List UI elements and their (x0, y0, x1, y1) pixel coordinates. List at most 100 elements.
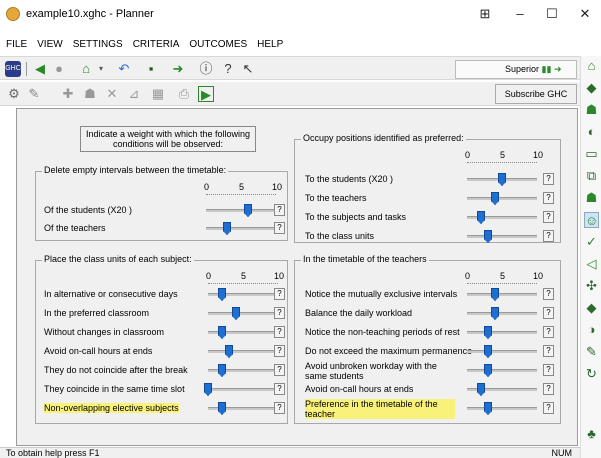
close-button[interactable]: ✕ (570, 4, 600, 24)
slider-thumb[interactable] (477, 383, 485, 396)
pen-icon[interactable]: ✎ (584, 344, 599, 360)
slider-thumb[interactable] (484, 345, 492, 358)
slider-track[interactable] (467, 369, 537, 372)
forward-icon[interactable]: ● (51, 61, 67, 77)
slider-track[interactable] (467, 293, 537, 296)
play-icon[interactable]: ▶ (198, 86, 214, 102)
help-button[interactable]: ? (543, 230, 554, 242)
profile-icon[interactable]: ◐ (584, 124, 599, 140)
help-button[interactable]: ? (274, 307, 285, 319)
menu-help[interactable]: HELP (257, 36, 283, 54)
help-button[interactable]: ? (274, 326, 285, 338)
help-button[interactable]: ? (274, 222, 285, 234)
arrow-expand-icon[interactable]: ➜ (554, 64, 562, 74)
settings-house-icon[interactable]: ⚙ (6, 86, 22, 102)
slider-thumb[interactable] (491, 192, 499, 205)
slider-thumb[interactable] (218, 326, 226, 339)
slider-thumb[interactable] (232, 307, 240, 320)
slider-thumb[interactable] (484, 364, 492, 377)
rotate-icon[interactable]: ↻ (584, 366, 599, 382)
slider-thumb[interactable] (484, 402, 492, 415)
copy-icon[interactable]: ⧉ (584, 168, 599, 184)
help-button[interactable]: ? (274, 345, 285, 357)
paint-icon[interactable]: ✎ (26, 86, 42, 102)
save-icon[interactable]: ▪ (143, 61, 159, 77)
menu-file[interactable]: FILE (6, 36, 27, 54)
slider-track[interactable] (208, 312, 278, 315)
help-button[interactable]: ? (274, 288, 285, 300)
slider-track[interactable] (467, 331, 537, 334)
info-icon[interactable]: ⓘ (198, 61, 214, 77)
tag-icon[interactable]: ◆ (584, 300, 599, 316)
slider-thumb[interactable] (484, 326, 492, 339)
slider-thumb[interactable] (218, 288, 226, 301)
ruler-icon[interactable]: ⊿ (126, 86, 142, 102)
slider-track[interactable] (208, 388, 278, 391)
slider-track[interactable] (467, 312, 537, 315)
help-button[interactable]: ? (543, 345, 554, 357)
slider-thumb[interactable] (244, 204, 252, 217)
help-button[interactable]: ? (274, 204, 285, 216)
help-button[interactable]: ? (274, 383, 285, 395)
slider-track[interactable] (206, 227, 276, 230)
help-button[interactable]: ? (543, 326, 554, 338)
slider-thumb[interactable] (218, 364, 226, 377)
slider-track[interactable] (467, 235, 537, 238)
arrow-right-icon[interactable]: ➜ (170, 61, 186, 77)
home-icon[interactable]: ⌂ (584, 58, 599, 74)
slider-thumb[interactable] (218, 402, 226, 415)
slider-thumb[interactable] (225, 345, 233, 358)
slider-thumb[interactable] (204, 383, 212, 396)
help-button[interactable]: ? (543, 288, 554, 300)
slider-thumb[interactable] (491, 288, 499, 301)
move-icon[interactable]: ✣ (584, 278, 599, 294)
help-button[interactable]: ? (543, 383, 554, 395)
help-button[interactable]: ? (543, 402, 554, 414)
undo-icon[interactable]: ↶ (116, 61, 132, 77)
help-icon[interactable]: ? (220, 61, 236, 77)
board-icon[interactable]: ▭ (584, 146, 599, 162)
people-icon[interactable]: ☗ (584, 102, 599, 118)
help-button[interactable]: ? (543, 173, 554, 185)
slider-track[interactable] (467, 407, 537, 410)
slider-thumb[interactable] (477, 211, 485, 224)
help-button[interactable]: ? (274, 402, 285, 414)
group-icon[interactable]: ✚ (60, 86, 76, 102)
maximize-button[interactable]: ☐ (537, 4, 567, 24)
people-icon[interactable]: ☗ (82, 86, 98, 102)
print-icon[interactable]: ⎙ (176, 86, 192, 102)
context-help-icon[interactable]: ↖ (240, 61, 256, 77)
minimize-button[interactable]: – (505, 4, 535, 24)
help-button[interactable]: ? (543, 192, 554, 204)
menu-settings[interactable]: SETTINGS (73, 36, 123, 54)
person-icon[interactable]: ◑ (584, 322, 599, 338)
ghc-icon[interactable]: GHC (5, 61, 21, 77)
subscribe-ghc-button[interactable]: Subscribe GHC (495, 84, 577, 104)
help-button[interactable]: ? (543, 307, 554, 319)
slider-thumb[interactable] (498, 173, 506, 186)
slider-track[interactable] (208, 350, 278, 353)
help-button[interactable]: ? (543, 364, 554, 376)
tree-icon[interactable]: ♣ (584, 426, 599, 442)
menu-criteria[interactable]: CRITERIA (133, 36, 180, 54)
check-icon[interactable]: ✓ (584, 234, 599, 250)
slider-track[interactable] (467, 197, 537, 200)
triangle-left-icon[interactable]: ◁ (584, 256, 599, 272)
cross-icon[interactable]: ✕ (104, 86, 120, 102)
slider-track[interactable] (206, 209, 276, 212)
stack-icon[interactable]: ◆ (584, 80, 599, 96)
chart-icon[interactable]: ▦ (150, 86, 166, 102)
back-icon[interactable]: ◀ (32, 61, 48, 77)
help-button[interactable]: ? (274, 364, 285, 376)
dropdown-arrow-icon[interactable]: ▾ (93, 61, 109, 77)
slider-thumb[interactable] (484, 230, 492, 243)
menu-outcomes[interactable]: OUTCOMES (189, 36, 247, 54)
group-icon[interactable]: ☗ (584, 190, 599, 206)
home-icon[interactable]: ⌂ (78, 61, 94, 77)
slider-track[interactable] (467, 350, 537, 353)
slider-thumb[interactable] (223, 222, 231, 235)
slider-thumb[interactable] (491, 307, 499, 320)
smile-icon[interactable]: ☺ (584, 212, 599, 228)
restore-layout-icon[interactable]: ⊞ (470, 4, 500, 24)
menu-view[interactable]: VIEW (37, 36, 63, 54)
